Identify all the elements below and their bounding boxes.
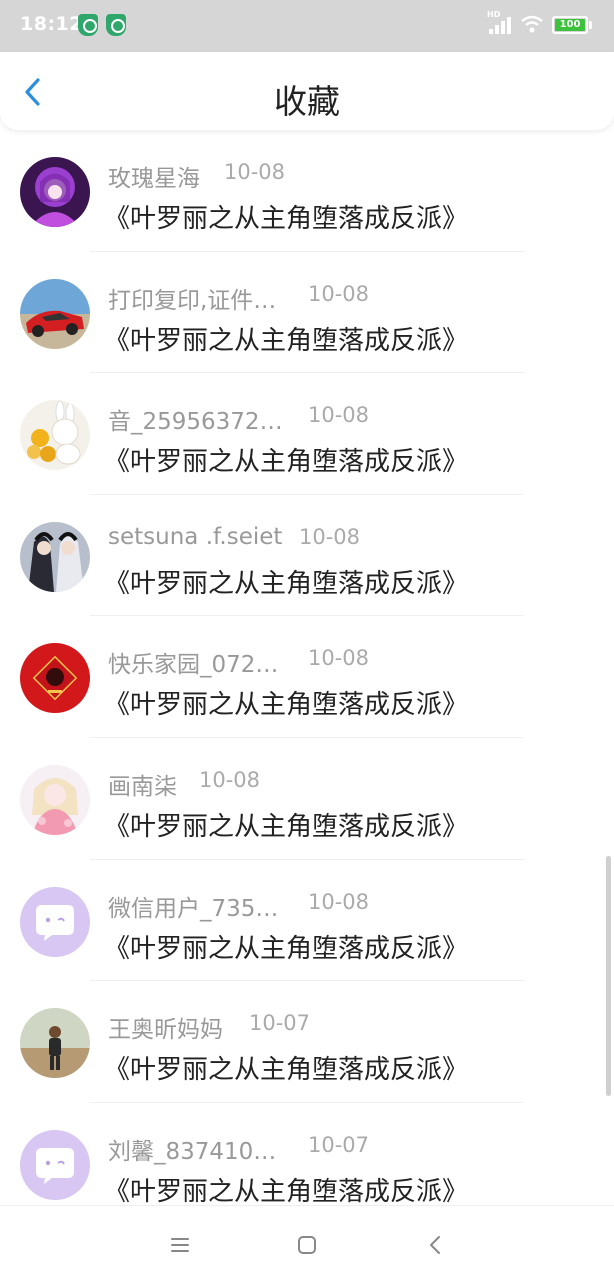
battery-level: 100 — [555, 19, 585, 31]
avatar[interactable] — [20, 157, 90, 227]
user-name: 王奥昕妈妈 — [108, 1017, 223, 1044]
avatar[interactable] — [20, 521, 90, 592]
scrollbar[interactable] — [606, 856, 611, 1096]
page-title: 收藏 — [274, 82, 340, 121]
avatar[interactable] — [20, 886, 90, 957]
favorites-list[interactable]: 玫瑰星海 10-08 《叶罗丽之从主角堕落成反派》 打印复印,证件… 10-08… — [0, 130, 614, 1205]
date: 10-08 — [308, 646, 370, 671]
header: 收藏 — [0, 52, 614, 130]
list-item[interactable]: 打印复印,证件… 10-08 《叶罗丽之从主角堕落成反派》 — [0, 252, 614, 374]
shield-icon — [106, 14, 126, 36]
home-button[interactable] — [290, 1228, 324, 1262]
user-name: 玫瑰星海 — [108, 166, 200, 192]
book-title: 《叶罗丽之从主角堕落成反派》 — [104, 325, 469, 356]
home-icon — [298, 1236, 316, 1254]
user-name: 刘馨_837410… — [108, 1138, 277, 1165]
status-bar: 18:12 HD 100 — [0, 0, 614, 52]
list-item[interactable]: 王奥昕妈妈 10-07 《叶罗丽之从主角堕落成反派》 — [0, 981, 614, 1103]
book-title: 《叶罗丽之从主角堕落成反派》 — [104, 812, 469, 842]
list-item[interactable]: 音_25956372… 10-08 《叶罗丽之从主角堕落成反派》 — [0, 373, 614, 495]
book-title: 《叶罗丽之从主角堕落成反派》 — [104, 447, 469, 478]
book-title: 《叶罗丽之从主角堕落成反派》 — [104, 1055, 469, 1086]
book-title: 《叶罗丽之从主角堕落成反派》 — [104, 204, 469, 234]
avatar[interactable] — [20, 278, 90, 349]
date: 10-08 — [308, 889, 370, 914]
menu-icon — [171, 1238, 189, 1252]
date: 10-08 — [308, 281, 370, 306]
book-title: 《叶罗丽之从主角堕落成反派》 — [104, 1176, 469, 1205]
date: 10-07 — [249, 1011, 311, 1036]
list-item[interactable]: setsuna .f.seiet 10-08 《叶罗丽之从主角堕落成反派》 — [0, 495, 614, 617]
shield-icon — [78, 14, 98, 36]
navigation-bar — [0, 1205, 614, 1280]
list-item[interactable]: 刘馨_837410… 10-07 《叶罗丽之从主角堕落成反派》 — [0, 1103, 614, 1205]
signal-icon — [487, 16, 513, 34]
date: 10-08 — [308, 403, 370, 428]
list-item[interactable]: 微信用户_735… 10-08 《叶罗丽之从主角堕落成反派》 — [0, 860, 614, 982]
back-icon — [430, 1236, 440, 1254]
user-name: 画南柒 — [108, 774, 177, 800]
status-time: 18:12 — [20, 13, 83, 35]
menu-button[interactable] — [163, 1228, 197, 1262]
date: 10-08 — [224, 160, 286, 184]
list-item[interactable]: 玫瑰星海 10-08 《叶罗丽之从主角堕落成反派》 — [0, 130, 614, 252]
list-item[interactable]: 快乐家园_072… 10-08 《叶罗丽之从主角堕落成反派》 — [0, 616, 614, 738]
battery-cap — [589, 21, 592, 29]
wifi-icon — [520, 14, 544, 34]
back-nav-button[interactable] — [418, 1228, 452, 1262]
book-title: 《叶罗丽之从主角堕落成反派》 — [104, 690, 469, 721]
user-name: 音_25956372… — [108, 409, 283, 436]
date: 10-08 — [299, 524, 361, 549]
user-name: 快乐家园_072… — [108, 652, 279, 679]
book-title: 《叶罗丽之从主角堕落成反派》 — [104, 933, 469, 964]
avatar[interactable] — [20, 765, 90, 835]
user-name: 打印复印,证件… — [108, 287, 277, 314]
avatar[interactable] — [20, 400, 90, 471]
battery-icon: 100 — [552, 16, 588, 34]
avatar[interactable] — [20, 1129, 90, 1200]
avatar[interactable] — [20, 643, 90, 714]
date: 10-07 — [308, 1132, 370, 1157]
list-item[interactable]: 画南柒 10-08 《叶罗丽之从主角堕落成反派》 — [0, 738, 614, 860]
user-name: setsuna .f.seiet — [108, 523, 283, 550]
book-title: 《叶罗丽之从主角堕落成反派》 — [104, 568, 469, 599]
date: 10-08 — [199, 768, 261, 792]
user-name: 微信用户_735… — [108, 895, 279, 922]
avatar[interactable] — [20, 1008, 90, 1079]
